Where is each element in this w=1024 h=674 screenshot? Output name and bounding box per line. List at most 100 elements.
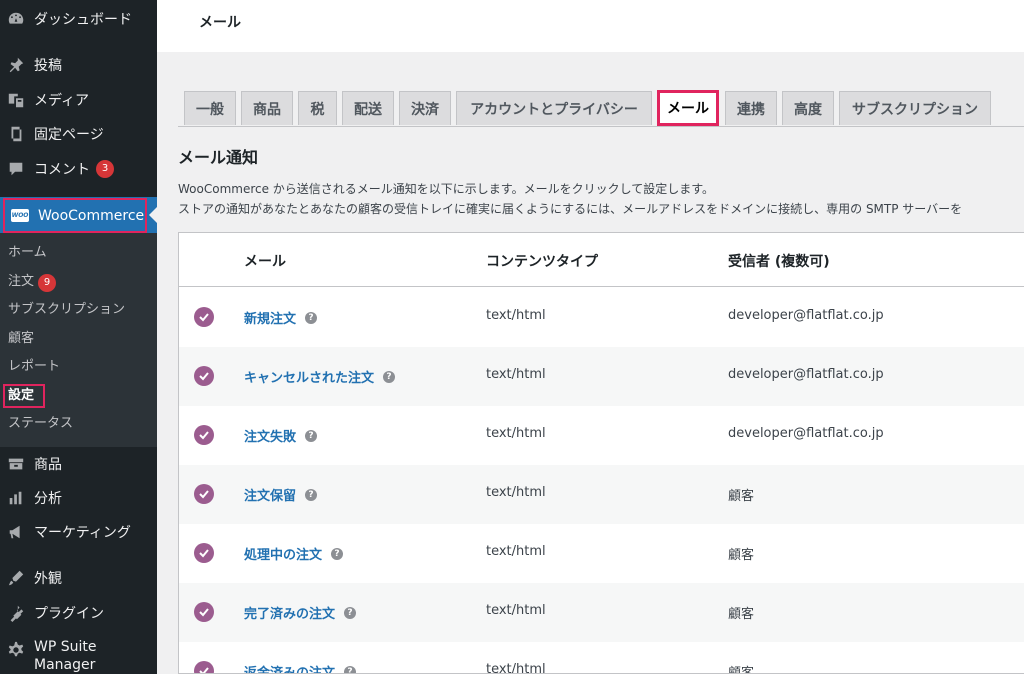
email-link-processing-order[interactable]: 処理中の注文?: [244, 544, 344, 563]
sidebar-item-label: マーケティング: [34, 525, 131, 541]
enabled-check-icon: [194, 484, 214, 504]
section-title: メール通知: [178, 148, 259, 167]
help-icon[interactable]: ?: [344, 665, 357, 673]
sidebar-item-label: コメント: [34, 162, 90, 178]
tab-products[interactable]: 商品: [241, 91, 293, 125]
section-description-smtp: ストアの通知があなたとあなたの顧客の受信トレイに確実に届くようにするには、メール…: [178, 202, 963, 216]
enabled-check-icon: [194, 543, 214, 563]
help-icon[interactable]: ?: [305, 488, 318, 501]
email-link-refunded-order[interactable]: 返金済みの注文?: [244, 662, 357, 673]
table-row: 注文保留? text/html 顧客: [179, 465, 1024, 524]
tab-accounts-privacy[interactable]: アカウントとプライバシー: [456, 91, 652, 125]
section-description: WooCommerce から送信されるメール通知を以下に示します。メールをクリッ…: [178, 182, 715, 196]
content-type: text/html: [486, 544, 546, 559]
email-link-on-hold-order[interactable]: 注文保留?: [244, 485, 318, 504]
table-row: 返金済みの注文? text/html 顧客: [179, 642, 1024, 674]
sidebar-item-label: WooCommerce: [38, 207, 145, 224]
enabled-check-icon: [194, 366, 214, 386]
sidebar-item-label: ダッシュボード: [34, 12, 132, 28]
table-row: 新規注文? text/html developer@flatflat.co.jp: [179, 288, 1024, 347]
help-icon[interactable]: ?: [383, 370, 396, 383]
help-icon[interactable]: ?: [305, 429, 318, 442]
tab-general[interactable]: 一般: [184, 91, 236, 125]
woocommerce-logo-icon: WOO: [11, 209, 29, 222]
sidebar-item-label: WP Suite Manager: [34, 639, 97, 673]
comment-count-badge: 3: [96, 160, 114, 178]
content-type: text/html: [486, 426, 546, 441]
email-link-completed-order[interactable]: 完了済みの注文?: [244, 603, 357, 622]
help-icon[interactable]: ?: [344, 606, 357, 619]
enabled-check-icon: [194, 661, 214, 673]
tab-email[interactable]: メール: [657, 90, 719, 126]
page-title: メール: [199, 15, 241, 31]
submenu-item-reports[interactable]: レポート: [8, 355, 60, 379]
sidebar-item-label: メディア: [34, 93, 90, 109]
sidebar-item-label: 投稿: [34, 58, 62, 74]
tab-integration[interactable]: 連携: [725, 91, 777, 125]
page-icon: [6, 124, 26, 144]
submenu-item-status[interactable]: ステータス: [8, 412, 73, 436]
table-row: 完了済みの注文? text/html 顧客: [179, 583, 1024, 642]
column-header-content-type: コンテンツタイプ: [486, 254, 598, 270]
admin-sidebar: ダッシュボード 投稿 メディア 固定ページ コメント 3 WOO WooComm…: [0, 0, 157, 674]
sidebar-item-label: 固定ページ: [34, 127, 104, 143]
sidebar-item-wp-suite-manager[interactable]: WP Suite Manager: [0, 638, 157, 674]
email-link-new-order[interactable]: 新規注文?: [244, 308, 318, 327]
sidebar-item-products[interactable]: 商品: [0, 447, 157, 481]
sidebar-item-comments[interactable]: コメント 3: [0, 152, 157, 186]
table-row: キャンセルされた注文? text/html developer@flatflat…: [179, 347, 1024, 406]
sidebar-item-label: 商品: [34, 457, 62, 473]
sidebar-item-posts[interactable]: 投稿: [0, 48, 157, 82]
sidebar-item-media[interactable]: メディア: [0, 83, 157, 117]
recipient: 顧客: [728, 548, 755, 563]
content-type: text/html: [486, 662, 546, 674]
help-icon[interactable]: ?: [305, 311, 318, 324]
recipient: 顧客: [728, 666, 755, 674]
woocommerce-submenu: ホーム 注文 9 サブスクリプション 顧客 レポート 設定 ステータス: [0, 233, 157, 447]
email-link-failed-order[interactable]: 注文失敗?: [244, 426, 318, 445]
help-icon[interactable]: ?: [331, 547, 344, 560]
current-menu-arrow: [149, 207, 157, 223]
table-header: メール コンテンツタイプ 受信者 (複数可): [179, 233, 1024, 287]
tab-email-label: メール: [667, 101, 709, 117]
top-header: メール: [157, 0, 1024, 52]
tab-shipping[interactable]: 配送: [342, 91, 394, 125]
submenu-item-customers[interactable]: 顧客: [8, 327, 34, 351]
sidebar-item-pages[interactable]: 固定ページ: [0, 117, 157, 151]
sidebar-item-label: 外観: [34, 571, 62, 587]
tab-payments[interactable]: 決済: [399, 91, 451, 125]
enabled-check-icon: [194, 602, 214, 622]
plugin-icon: [6, 603, 26, 623]
megaphone-icon: [6, 522, 26, 542]
sidebar-item-marketing[interactable]: マーケティング: [0, 515, 157, 549]
tab-subscriptions[interactable]: サブスクリプション: [839, 91, 991, 125]
tab-advanced[interactable]: 高度: [782, 91, 834, 125]
sidebar-item-plugins[interactable]: プラグイン: [0, 596, 157, 630]
sidebar-item-dashboard[interactable]: ダッシュボード: [0, 2, 157, 36]
email-notifications-table: メール コンテンツタイプ 受信者 (複数可) 新規注文? text/html d…: [178, 232, 1024, 674]
sidebar-item-appearance[interactable]: 外観: [0, 561, 157, 595]
content-type: text/html: [486, 603, 546, 618]
tabs-divider: [178, 126, 1024, 127]
email-link-cancelled-order[interactable]: キャンセルされた注文?: [244, 367, 396, 386]
sidebar-item-label: 分析: [34, 491, 62, 507]
tab-tax[interactable]: 税: [298, 91, 337, 125]
analytics-icon: [6, 488, 26, 508]
sidebar-item-analytics[interactable]: 分析: [0, 481, 157, 515]
settings-highlight-box: [3, 384, 45, 408]
dashboard-icon: [6, 9, 26, 29]
submenu-item-subscriptions[interactable]: サブスクリプション: [8, 298, 125, 322]
recipient: developer@flatflat.co.jp: [728, 367, 884, 382]
sidebar-item-woocommerce[interactable]: WOO WooCommerce: [0, 197, 157, 233]
content-type: text/html: [486, 367, 546, 382]
recipient: developer@flatflat.co.jp: [728, 426, 884, 441]
content-type: text/html: [486, 308, 546, 323]
content-type: text/html: [486, 485, 546, 500]
table-row: 処理中の注文? text/html 顧客: [179, 524, 1024, 583]
appearance-icon: [6, 568, 26, 588]
pin-icon: [6, 55, 26, 75]
submenu-item-home[interactable]: ホーム: [8, 241, 47, 265]
recipient: 顧客: [728, 607, 755, 622]
media-icon: [6, 90, 26, 110]
submenu-item-orders[interactable]: 注文 9: [8, 270, 57, 294]
